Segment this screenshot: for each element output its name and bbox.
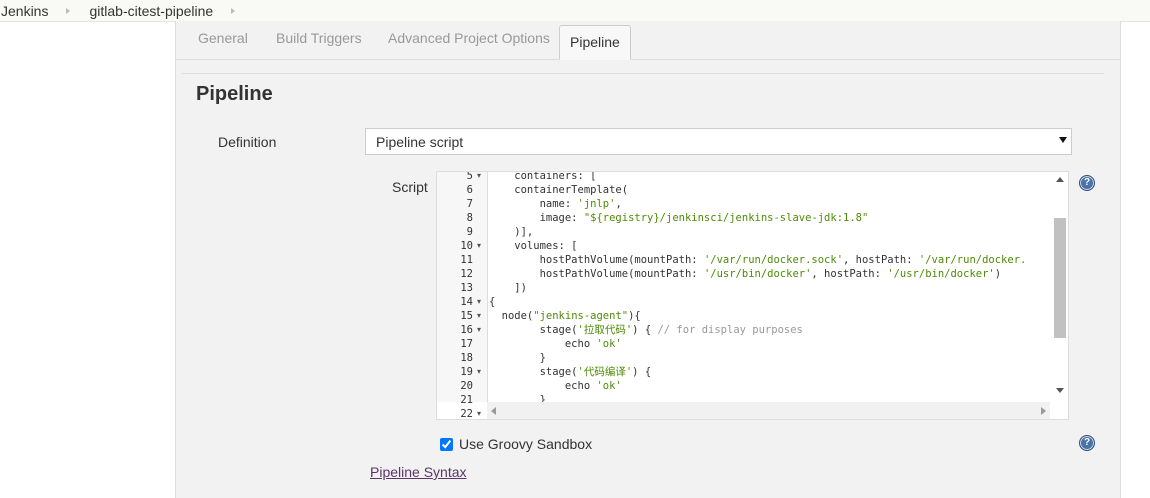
line-number: 9 [466, 226, 473, 238]
line-number: 14 [460, 296, 473, 308]
line-number: 12 [460, 268, 473, 280]
fold-arrow-icon[interactable]: ▾ [477, 365, 481, 379]
code-line: hostPathVolume(mountPath: '/var/run/dock… [489, 254, 1027, 266]
fold-arrow-icon[interactable]: ▾ [477, 172, 481, 183]
breadcrumb: Jenkins gitlab-citest-pipeline [0, 0, 1150, 22]
definition-label: Definition [218, 134, 277, 150]
tab-pipeline[interactable]: Pipeline [559, 25, 631, 60]
fold-arrow-icon[interactable]: ▾ [477, 295, 481, 309]
line-number: 11 [460, 254, 473, 266]
code-line: hostPathVolume(mountPath: '/usr/bin/dock… [489, 268, 1002, 280]
code-line: echo 'ok' [489, 338, 622, 350]
code-line: stage('拉取代码') { // for display purposes [489, 324, 803, 336]
code-line: node("jenkins-agent"){ [489, 310, 641, 322]
code-line: containers: [ [489, 172, 597, 182]
script-help-icon[interactable]: ? [1079, 175, 1095, 191]
script-editor[interactable]: 5 ▾ 6 7 8 9 10 ▾ 11 12 13 14 ▾ 15 ▾ 16 ▾ 17 18 19 ▾ 20 21 22 ▾ c… [436, 171, 1069, 420]
code-line: name: 'jnlp', [489, 198, 622, 210]
line-number-gutter: 5 ▾ 6 7 8 9 10 ▾ 11 12 13 14 ▾ 15 ▾ 16 ▾ 17 18 19 ▾ 20 21 22 ▾ [437, 171, 488, 419]
code-line: } [489, 352, 546, 364]
fold-arrow-icon[interactable]: ▾ [477, 309, 481, 323]
line-number: 8 [466, 212, 473, 224]
line-number: 16 [460, 324, 473, 336]
tab-advanced-project-options[interactable]: Advanced Project Options [388, 30, 550, 46]
config-panel: General Build Triggers Advanced Project … [175, 21, 1121, 498]
breadcrumb-jenkins[interactable]: Jenkins [0, 3, 48, 19]
line-number: 6 [466, 184, 473, 196]
definition-selected-value: Pipeline script [376, 134, 464, 150]
sandbox-help-icon[interactable]: ? [1079, 435, 1095, 451]
line-number: 5 [466, 171, 473, 182]
code-line: containerTemplate( [489, 184, 629, 196]
fold-arrow-icon[interactable]: ▾ [477, 239, 481, 253]
code-line: image: "${registry}/jenkinsci/jenkins-sl… [489, 212, 869, 224]
definition-select[interactable]: Pipeline script [365, 128, 1072, 155]
fold-arrow-icon[interactable]: ▾ [477, 407, 481, 419]
line-number: 10 [460, 240, 473, 252]
breadcrumb-job[interactable]: gitlab-citest-pipeline [88, 3, 213, 19]
vertical-scroll-thumb[interactable] [1054, 218, 1066, 338]
line-number: 18 [460, 352, 473, 364]
horizontal-scrollbar[interactable] [487, 402, 1050, 419]
line-number: 20 [460, 380, 473, 392]
dropdown-arrow-icon [1059, 137, 1067, 143]
groovy-sandbox-checkbox[interactable] [440, 437, 453, 451]
breadcrumb-separator-icon[interactable] [66, 7, 71, 14]
line-number: 22 [460, 408, 473, 420]
scroll-down-icon[interactable] [1056, 388, 1064, 393]
script-label: Script [392, 179, 428, 195]
groovy-sandbox-option[interactable]: Use Groovy Sandbox [440, 436, 592, 452]
code-line: echo 'ok' [489, 380, 622, 392]
scroll-up-icon[interactable] [1056, 177, 1064, 182]
fold-arrow-icon[interactable]: ▾ [477, 323, 481, 337]
scroll-right-icon[interactable] [1041, 407, 1046, 415]
code-line: ]) [489, 282, 527, 294]
code-line: )], [489, 226, 534, 238]
section-divider [182, 73, 1104, 74]
pipeline-syntax-link[interactable]: Pipeline Syntax [370, 464, 467, 480]
line-number: 19 [460, 366, 473, 378]
line-number: 7 [466, 198, 473, 210]
groovy-sandbox-label: Use Groovy Sandbox [459, 436, 593, 452]
line-number: 17 [460, 338, 473, 350]
tab-bar: General Build Triggers Advanced Project … [176, 21, 1120, 60]
code-area[interactable]: containers: [ containerTemplate( name: '… [489, 172, 1049, 402]
section-title: Pipeline [196, 83, 273, 105]
line-number: 13 [460, 282, 473, 294]
code-line: stage('代码编译') { [489, 366, 652, 378]
tab-build-triggers[interactable]: Build Triggers [276, 30, 362, 46]
code-line: } [489, 394, 546, 402]
vertical-scrollbar[interactable] [1050, 172, 1068, 402]
code-line: { [489, 296, 496, 308]
line-number: 15 [460, 310, 473, 322]
tab-general[interactable]: General [198, 30, 248, 46]
line-number: 21 [460, 394, 473, 406]
breadcrumb-separator-icon[interactable] [231, 7, 236, 14]
scroll-left-icon[interactable] [491, 407, 496, 415]
code-line: volumes: [ [489, 240, 578, 252]
